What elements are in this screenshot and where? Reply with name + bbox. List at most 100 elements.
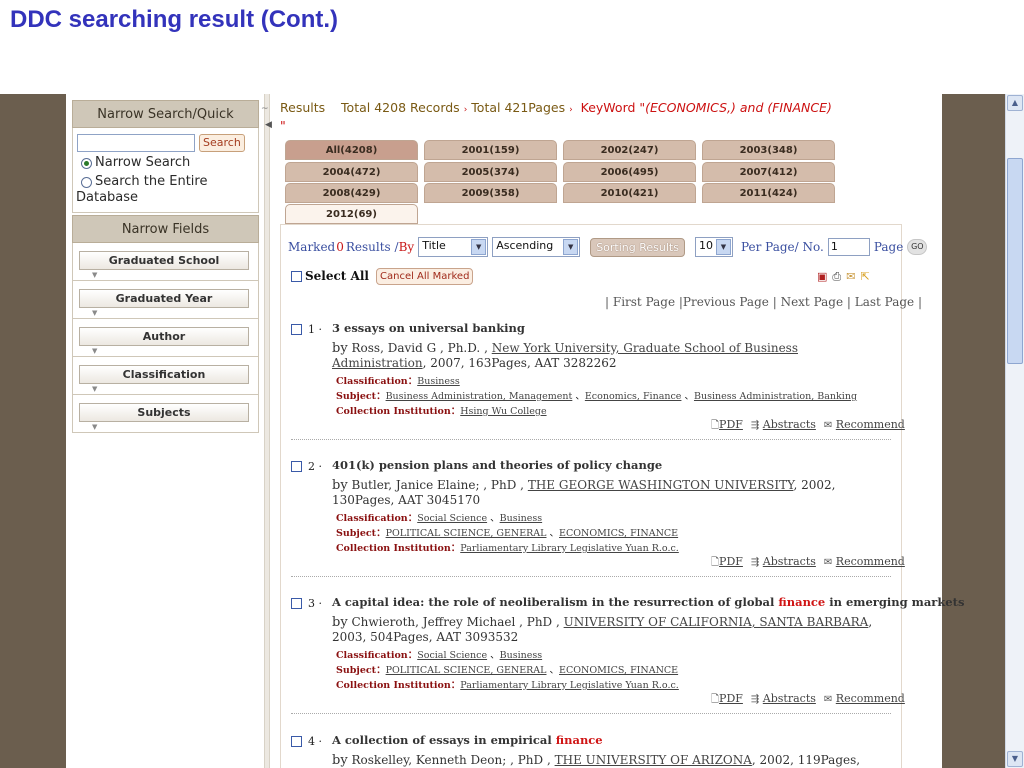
classification-link[interactable]: Social Science: [417, 650, 487, 661]
tab-2007[interactable]: 2007(412): [702, 162, 835, 182]
dropdown-arrow-icon: ▼: [471, 239, 487, 255]
subject-link[interactable]: POLITICAL SCIENCE, GENERAL: [386, 665, 547, 676]
scroll-up-icon[interactable]: ▲: [1007, 95, 1023, 111]
per-page-label: Per Page/ No.: [740, 240, 824, 254]
export-icon[interactable]: ⇱: [860, 270, 869, 284]
select-all-checkbox[interactable]: [291, 270, 302, 282]
subject-link[interactable]: ECONOMICS, FINANCE: [559, 528, 678, 539]
left-panel: Narrow Search/Quick Search Search Narrow…: [72, 100, 259, 433]
page-number-input[interactable]: 1: [827, 238, 870, 256]
narrow-search-label: Narrow Search: [95, 155, 191, 170]
record-actions: 🗋PDF ⇶ Abstracts ✉ Recommend: [711, 692, 905, 709]
per-page-select[interactable]: 10 ▼: [694, 237, 733, 257]
arrow-icon: ›: [463, 105, 468, 115]
first-page-link[interactable]: First Page: [613, 295, 675, 309]
search-button[interactable]: Search: [199, 134, 245, 152]
collapse-left-icon[interactable]: ◀: [265, 120, 272, 130]
subject-link[interactable]: ECONOMICS, FINANCE: [559, 665, 678, 676]
institution-link[interactable]: UNIVERSITY OF CALIFORNIA, SANTA BARBARA: [564, 615, 869, 629]
recommend-link[interactable]: Recommend: [836, 418, 905, 431]
abstracts-link[interactable]: Abstracts: [763, 555, 816, 568]
divider: [291, 713, 891, 714]
keyword-value: (ECONOMICS,) and (FINANCE): [645, 100, 832, 115]
tab-2002[interactable]: 2002(247): [563, 140, 696, 160]
pdf-link[interactable]: PDF: [719, 692, 743, 705]
tab-2003[interactable]: 2003(348): [702, 140, 835, 160]
last-page-link[interactable]: Last Page: [855, 295, 914, 309]
scroll-down-icon[interactable]: ▼: [1007, 751, 1023, 767]
classification-link[interactable]: Business: [500, 513, 543, 524]
classification-link[interactable]: Business: [417, 376, 460, 387]
email-icon[interactable]: ✉: [846, 270, 855, 284]
tab-2006[interactable]: 2006(495): [563, 162, 696, 182]
tab-2004[interactable]: 2004(472): [285, 162, 418, 182]
subjects-button[interactable]: Subjects: [79, 403, 249, 422]
tab-2001[interactable]: 2001(159): [424, 140, 557, 160]
pdf-link[interactable]: PDF: [719, 418, 743, 431]
graduated-year-button[interactable]: Graduated Year: [79, 289, 249, 308]
institution-link[interactable]: THE GEORGE WASHINGTON UNIVERSITY: [528, 478, 794, 492]
save-icon[interactable]: ▣: [817, 270, 827, 284]
record-checkbox[interactable]: [291, 324, 302, 335]
narrow-search-radio[interactable]: [81, 158, 92, 169]
abstracts-link[interactable]: Abstracts: [763, 692, 816, 705]
vertical-scrollbar[interactable]: ▲ ▼: [1005, 94, 1024, 768]
sort-order-value: Ascending: [496, 239, 554, 252]
previous-page-link[interactable]: Previous Page: [683, 295, 769, 309]
tab-2005[interactable]: 2005(374): [424, 162, 557, 182]
abstract-icon: ⇶: [750, 694, 760, 705]
sort-order-select[interactable]: Ascending ▼: [492, 237, 581, 257]
recommend-link[interactable]: Recommend: [836, 692, 905, 705]
subject-link[interactable]: Economics, Finance: [585, 391, 682, 402]
author-button[interactable]: Author: [79, 327, 249, 346]
print-icon[interactable]: ⎙: [832, 270, 841, 284]
record-title[interactable]: A collection of essays in empirical fina…: [332, 733, 603, 747]
record-title[interactable]: A capital idea: the role of neoliberalis…: [332, 595, 964, 609]
cancel-all-marked-button[interactable]: Cancel All Marked: [376, 268, 474, 285]
collection-link[interactable]: Parliamentary Library Legislative Yuan R…: [460, 680, 679, 691]
record-actions: 🗋PDF ⇶ Abstracts ✉ Recommend: [711, 418, 905, 435]
entire-database-radio[interactable]: [81, 177, 92, 188]
tab-2010[interactable]: 2010(421): [563, 183, 696, 203]
record-classification: Classification：Social Science 、Business: [336, 650, 543, 661]
tab-all[interactable]: All(4208): [285, 140, 418, 160]
chevron-down-icon: ▼: [92, 271, 98, 279]
go-button[interactable]: GO: [907, 239, 928, 255]
graduated-school-button[interactable]: Graduated School: [79, 251, 249, 270]
sorting-results-button[interactable]: Sorting Results: [590, 237, 685, 257]
subject-link[interactable]: Business Administration, Banking: [694, 391, 857, 402]
select-all[interactable]: Select All: [291, 269, 369, 283]
pagination: | First Page |Previous Page | Next Page …: [605, 295, 923, 309]
subject-link[interactable]: POLITICAL SCIENCE, GENERAL: [386, 528, 547, 539]
recommend-link[interactable]: Recommend: [836, 555, 905, 568]
results-toolbar: Marked 0 Results / By Title ▼ Ascending ▼ S…: [288, 237, 928, 257]
classification-button[interactable]: Classification: [79, 365, 249, 384]
collection-link[interactable]: Parliamentary Library Legislative Yuan R…: [460, 543, 679, 554]
tab-2012[interactable]: 2012(69): [285, 204, 418, 224]
record-title[interactable]: 3 essays on universal banking: [332, 321, 525, 335]
tab-2008[interactable]: 2008(429): [285, 183, 418, 203]
pdf-link[interactable]: PDF: [719, 555, 743, 568]
tab-2011[interactable]: 2011(424): [702, 183, 835, 203]
chevron-down-icon: ▼: [92, 423, 98, 431]
tab-2009[interactable]: 2009(358): [424, 183, 557, 203]
record-classification: Classification：Business: [336, 376, 460, 387]
record-checkbox[interactable]: [291, 598, 302, 609]
collection-link[interactable]: Hsing Wu College: [460, 406, 546, 417]
recommend-icon: ✉: [823, 694, 833, 705]
next-page-link[interactable]: Next Page: [781, 295, 843, 309]
subject-link[interactable]: Business Administration, Management: [386, 391, 573, 402]
field-graduated-year: Graduated Year ▼: [72, 281, 259, 319]
pdf-icon: 🗋: [711, 557, 720, 568]
sort-field-select[interactable]: Title ▼: [418, 237, 489, 257]
institution-link[interactable]: THE UNIVERSITY OF ARIZONA: [555, 753, 752, 767]
record-title[interactable]: 401(k) pension plans and theories of pol…: [332, 458, 662, 472]
scroll-thumb[interactable]: [1007, 158, 1023, 364]
classification-link[interactable]: Social Science: [417, 513, 487, 524]
panel-splitter[interactable]: ~ ◀: [261, 94, 272, 768]
abstracts-link[interactable]: Abstracts: [763, 418, 816, 431]
classification-link[interactable]: Business: [500, 650, 543, 661]
record-checkbox[interactable]: [291, 736, 302, 747]
quick-search-input[interactable]: [77, 134, 195, 152]
record-checkbox[interactable]: [291, 461, 302, 472]
